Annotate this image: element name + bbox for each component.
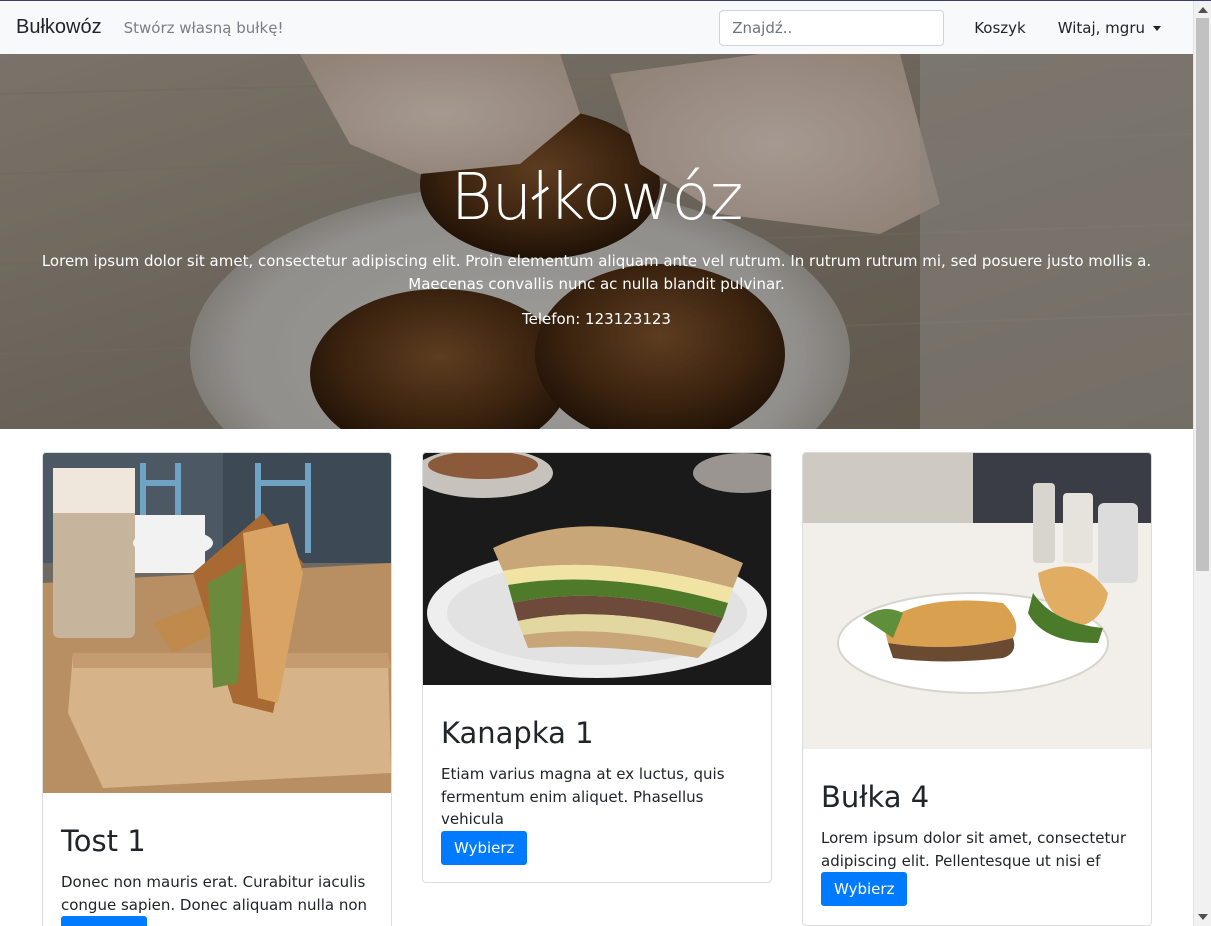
product-title: Kanapka 1 (441, 716, 594, 750)
product-image-kanapka (423, 453, 771, 685)
search-input[interactable] (719, 9, 945, 46)
product-image-tost (43, 453, 391, 793)
product-card-body: Tost 1 Donec non mauris erat. Curabitur … (43, 793, 391, 926)
product-card-body: Bułka 4 Lorem ipsum dolor sit amet, cons… (803, 749, 1151, 924)
user-menu-label: Witaj, mgru (1057, 18, 1145, 37)
top-navbar: Bułkowóz Stwórz własną bułkę! Koszyk Wit… (0, 1, 1193, 54)
product-card: Tost 1 Donec non mauris erat. Curabitur … (42, 452, 392, 926)
hero-phone: Telefon: 123123123 (522, 310, 671, 328)
select-product-button[interactable]: Wybierz (821, 872, 908, 906)
product-title: Bułka 4 (821, 780, 930, 814)
product-card: Bułka 4 Lorem ipsum dolor sit amet, cons… (802, 452, 1152, 926)
scroll-thumb[interactable] (1196, 18, 1209, 571)
product-description: Etiam varius magna at ex luctus, quis fe… (441, 765, 725, 828)
tagline: Stwórz własną bułkę! (123, 18, 284, 37)
caret-down-icon (1153, 25, 1161, 31)
product-image-bulka (803, 453, 1151, 749)
cart-link[interactable]: Koszyk (966, 19, 1034, 37)
product-title: Tost 1 (61, 824, 146, 858)
product-description: Donec non mauris erat. Curabitur iaculis… (61, 873, 368, 914)
product-card-body: Kanapka 1 Etiam varius magna at ex luctu… (423, 685, 771, 882)
select-product-button[interactable]: Wybierz (441, 830, 528, 865)
hero-content: Bułkowóz Lorem ipsum dolor sit amet, con… (0, 54, 1193, 328)
product-description: Lorem ipsum dolor sit amet, consectetur … (821, 829, 1127, 870)
vertical-scrollbar[interactable] (1193, 1, 1211, 926)
hero-lead-text: Lorem ipsum dolor sit amet, consectetur … (41, 252, 1152, 293)
product-card: Kanapka 1 Etiam varius magna at ex luctu… (422, 452, 772, 883)
brand-link[interactable]: Bułkowóz (16, 16, 102, 39)
hero-title: Bułkowóz (450, 161, 744, 235)
select-product-button[interactable]: Wybierz (61, 916, 148, 926)
scroll-up-arrow-icon[interactable] (1198, 7, 1208, 13)
scroll-down-arrow-icon[interactable] (1198, 914, 1208, 920)
hero-jumbotron: Bułkowóz Lorem ipsum dolor sit amet, con… (0, 54, 1193, 429)
user-menu-dropdown[interactable]: Witaj, mgru (1050, 19, 1169, 37)
